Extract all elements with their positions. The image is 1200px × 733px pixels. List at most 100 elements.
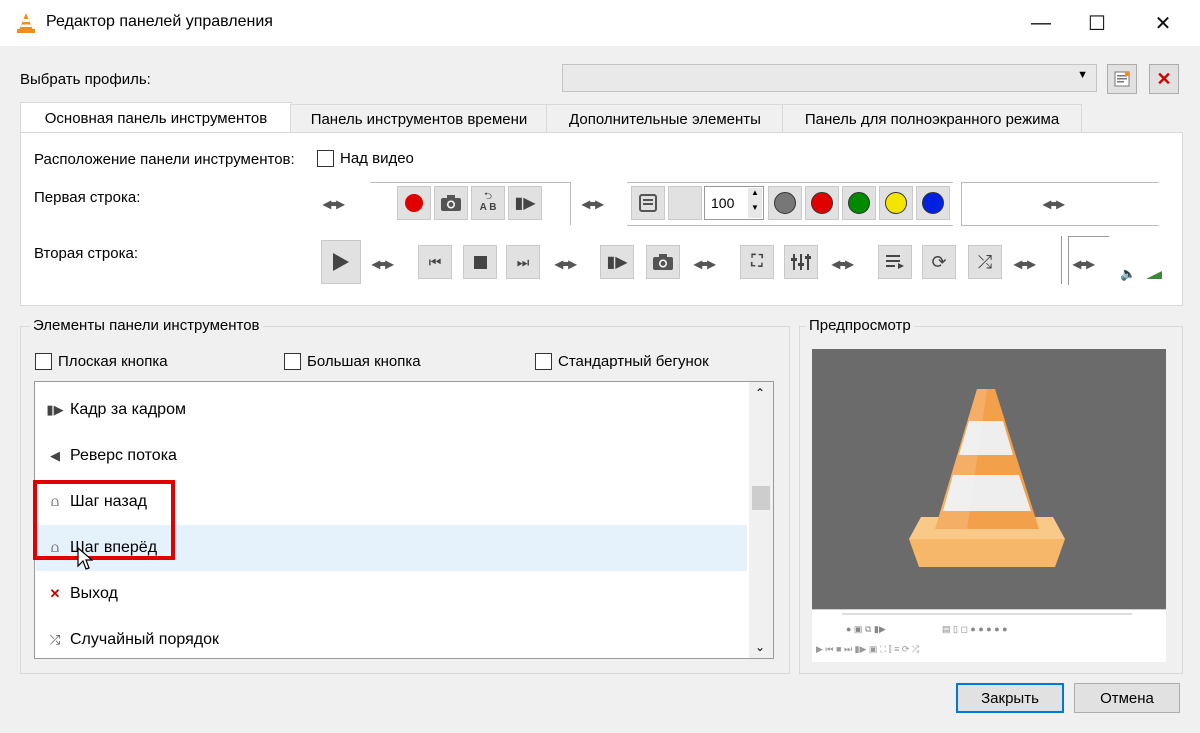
spacer-icon[interactable]: ◂▪▪▸ (555, 254, 576, 274)
play-button[interactable] (321, 240, 361, 284)
shuffle-icon: ⤮ (977, 251, 993, 272)
frame-step-icon: ▮▶ (514, 195, 536, 212)
tab-fullscreen-toolbar[interactable]: Панель для полноэкранного режима (782, 104, 1082, 133)
list-item[interactable]: ▮▶ Кадр за кадром (36, 387, 747, 433)
cancel-button[interactable]: Отмена (1074, 683, 1180, 713)
blue-button[interactable] (916, 186, 950, 220)
flat-button-label: Плоская кнопка (58, 353, 168, 370)
chevron-up-icon[interactable]: ▲ (748, 188, 762, 203)
yellow-button[interactable] (879, 186, 913, 220)
shuffle-button[interactable]: ⤮ (968, 245, 1002, 279)
profile-select[interactable]: ▼ (562, 64, 1097, 92)
divider (1061, 236, 1062, 284)
volume-spinbox[interactable]: 100 ▲ ▼ (704, 186, 764, 220)
close-window-button[interactable]: ✕ (1134, 0, 1192, 46)
frame-by-frame-button[interactable]: ▮▶ (508, 186, 542, 220)
playlist-toggle-button[interactable] (878, 245, 912, 279)
record-button[interactable] (397, 186, 431, 220)
list-item-label: Реверс потока (70, 447, 177, 464)
green-dot-icon (848, 192, 870, 214)
volume-icon[interactable]: 🔈 (1120, 266, 1136, 282)
next-icon: ⏭ (516, 253, 530, 270)
spacer-icon[interactable]: ◂▪▪▸ (694, 254, 715, 274)
reverse-icon: ◀ (50, 448, 60, 463)
spacer-icon[interactable]: ◂▪▪▸ (1014, 254, 1035, 274)
grey-button[interactable] (768, 186, 802, 220)
spacer-icon[interactable]: ◂▪▪▸ (1043, 194, 1064, 214)
above-video-label: Над видео (340, 150, 414, 167)
stop-button[interactable] (463, 245, 497, 279)
playlist-button[interactable] (631, 186, 665, 220)
standard-slider-checkbox[interactable]: Стандартный бегунок (535, 353, 709, 370)
spacer-icon[interactable]: ◂▪▪▸ (1073, 254, 1094, 274)
spacer-icon[interactable]: ◂▪▪▸ (372, 254, 393, 274)
toolbar-elements-title: Элементы панели инструментов (30, 317, 263, 334)
list-scrollbar[interactable]: ⌃ ⌄ (749, 382, 773, 658)
list-item[interactable]: ◀ Реверс потока (36, 433, 747, 479)
checkbox-box (284, 353, 301, 370)
close-button-label: Закрыть (981, 689, 1039, 707)
window-title: Редактор панелей управления (46, 13, 273, 30)
chevron-down-icon[interactable]: ⌄ (755, 640, 765, 654)
chevron-up-icon[interactable]: ⌃ (755, 386, 765, 400)
close-button[interactable]: Закрыть (956, 683, 1064, 713)
list-item[interactable]: ⤮ Случайный порядок (36, 617, 747, 663)
maximize-button[interactable]: ☐ (1068, 0, 1126, 46)
loop-button[interactable]: ⟳ (922, 245, 956, 279)
list-item[interactable]: ✕ Выход (36, 571, 747, 617)
delete-profile-button[interactable]: ✕ (1149, 64, 1179, 94)
title-bar: Редактор панелей управления — ☐ ✕ (0, 0, 1200, 46)
mouse-cursor-icon (77, 547, 93, 570)
above-video-checkbox[interactable]: Над видео (317, 150, 414, 167)
vlc-cone-image (909, 389, 1065, 567)
camera-icon (653, 254, 673, 270)
yellow-dot-icon (885, 192, 907, 214)
previous-button[interactable]: ⏮ (418, 245, 452, 279)
big-button-checkbox[interactable]: Большая кнопка (284, 353, 421, 370)
snapshot-button[interactable] (434, 186, 468, 220)
spacer-icon[interactable]: ◂▪▪▸ (323, 194, 344, 214)
chevron-down-icon[interactable]: ▼ (748, 203, 762, 218)
frame-step-icon: ▮▶ (606, 254, 628, 271)
list-item-label: Случайный порядок (70, 631, 219, 648)
spacer-icon[interactable]: ◂▪▪▸ (582, 194, 603, 214)
fullscreen-button[interactable]: ⛶ (740, 245, 774, 279)
checkbox-box (535, 353, 552, 370)
previous-icon: ⏮ (428, 253, 442, 270)
preview-row-1-icon: ● ▣ ⧉ ▮▶ (846, 624, 886, 634)
extended-settings-button[interactable] (784, 245, 818, 279)
tab-main-toolbar[interactable]: Основная панель инструментов (20, 102, 292, 134)
ab-loop-button[interactable]: ⮌ A B (471, 186, 505, 220)
delete-icon: ✕ (1156, 68, 1172, 89)
preview-seek-bar (842, 613, 1132, 615)
preview-row-1b-icon: ▤ ▯ ◻ ● ● ● ● ● (942, 624, 1008, 634)
equalizer-icon (791, 254, 811, 270)
loop-icon: ⟳ (931, 251, 947, 272)
frame-by-frame-button-2[interactable]: ▮▶ (600, 245, 634, 279)
tab-advanced-controls[interactable]: Дополнительные элементы (546, 104, 784, 133)
toolbar-position-label: Расположение панели инструментов: (34, 151, 295, 168)
shuffle-icon: ⤮ (49, 632, 61, 647)
highlight-box (33, 480, 175, 560)
profile-label: Выбрать профиль: (20, 71, 151, 88)
stop-icon (473, 255, 487, 269)
tab-label: Панель для полноэкранного режима (804, 110, 1060, 128)
empty-slot-button[interactable] (668, 186, 702, 220)
next-button[interactable]: ⏭ (506, 245, 540, 279)
flat-button-checkbox[interactable]: Плоская кнопка (35, 353, 168, 370)
preview-toolbar: ● ▣ ⧉ ▮▶ ▤ ▯ ◻ ● ● ● ● ● ▶ ⏮ ■ ⏭ ▮▶ ▣ ⛶ … (812, 609, 1166, 662)
tab-time-toolbar[interactable]: Панель инструментов времени (290, 104, 548, 133)
red-button[interactable] (805, 186, 839, 220)
checkbox-box (35, 353, 52, 370)
spacer-icon[interactable]: ◂▪▪▸ (832, 254, 853, 274)
scrollbar-thumb[interactable] (752, 486, 770, 510)
save-profile-button[interactable] (1107, 64, 1137, 94)
volume-slider-icon[interactable] (1146, 270, 1162, 280)
tab-label: Дополнительные элементы (569, 110, 761, 128)
snapshot-button-2[interactable] (646, 245, 680, 279)
green-button[interactable] (842, 186, 876, 220)
big-button-label: Большая кнопка (307, 353, 421, 370)
fullscreen-icon: ⛶ (751, 253, 763, 270)
minimize-button[interactable]: — (1012, 0, 1070, 46)
camera-icon (441, 195, 461, 211)
